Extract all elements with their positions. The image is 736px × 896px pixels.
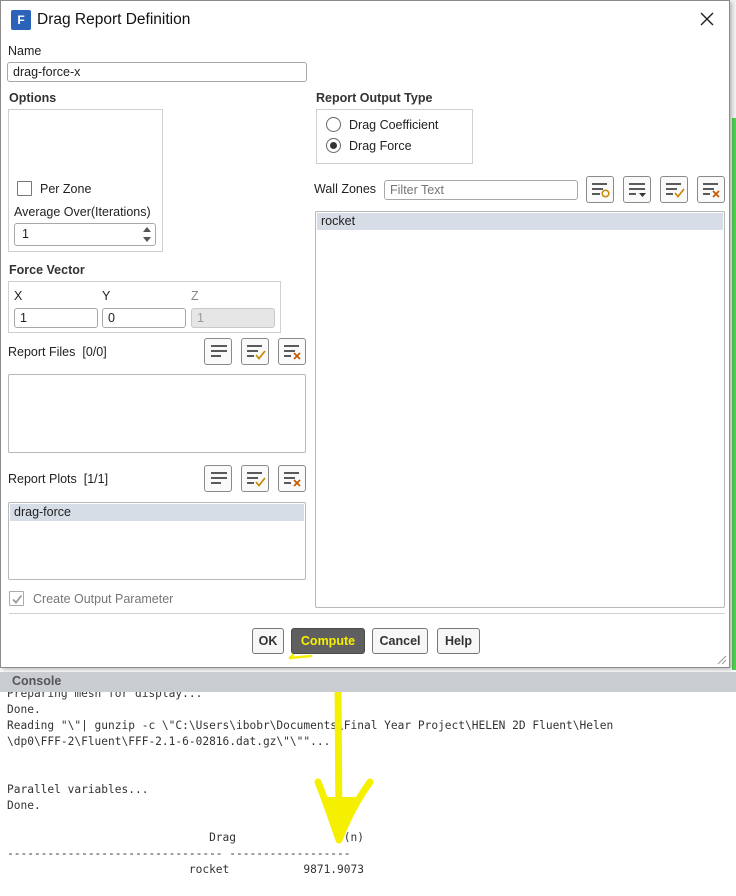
spin-up-icon[interactable] [142, 226, 152, 233]
average-over-spinner[interactable]: 1 [14, 223, 156, 246]
button-divider [9, 613, 725, 614]
select-all-icon [247, 345, 266, 360]
console-line: Done. [7, 703, 41, 716]
drag-force-radio[interactable] [326, 138, 341, 153]
console-title: Console [12, 674, 62, 688]
fluent-app-icon: F [11, 10, 31, 30]
average-over-label: Average Over(Iterations) [14, 205, 151, 219]
per-zone-label: Per Zone [40, 182, 92, 196]
spin-down-icon[interactable] [142, 236, 152, 243]
select-all-icon [666, 183, 685, 198]
background-green-strip [732, 118, 736, 670]
console-line: Reading "\"| gunzip -c \"C:\Users\ibobr\… [7, 719, 614, 732]
dialog-title: Drag Report Definition [37, 11, 191, 28]
title-bar[interactable]: F Drag Report Definition [1, 1, 729, 39]
report-output-type-group: Drag Coefficient Drag Force [316, 109, 473, 164]
deselect-all-button[interactable] [697, 176, 725, 203]
console-output[interactable]: Preparing mesh for display... Done. Read… [0, 692, 736, 896]
options-title: Options [9, 91, 57, 105]
select-by-type-button[interactable] [586, 176, 614, 203]
force-x-input[interactable] [14, 308, 98, 328]
create-output-parameter-checkbox [9, 591, 24, 606]
console-line: \dp0\FFF-2\Fluent\FFF-2.1-6-02816.dat.gz… [7, 735, 331, 748]
name-input[interactable] [7, 62, 307, 82]
drag-coefficient-radio[interactable] [326, 117, 341, 132]
close-icon [700, 12, 714, 26]
report-plots-label-text: Report Plots [8, 472, 77, 486]
console-line: Parallel variables... [7, 783, 149, 796]
select-all-button[interactable] [660, 176, 688, 203]
report-files-label-text: Report Files [8, 345, 76, 359]
cancel-button[interactable]: Cancel [372, 628, 428, 654]
report-files-label: Report Files [0/0] [8, 345, 107, 359]
checkmark-icon [12, 594, 23, 604]
console-header[interactable]: Console [0, 672, 736, 692]
wall-zones-filter-input[interactable] [384, 180, 578, 200]
options-group: Per Zone Average Over(Iterations) 1 [8, 109, 163, 252]
average-over-value: 1 [22, 227, 29, 241]
report-plots-list[interactable]: drag-force [8, 502, 306, 580]
list-item[interactable]: drag-force [10, 504, 304, 521]
list-options-button[interactable] [623, 176, 651, 203]
force-z-label: Z [191, 289, 199, 303]
report-plots-label: Report Plots [1/1] [8, 472, 108, 486]
drag-coefficient-label: Drag Coefficient [349, 118, 439, 132]
console-line: Drag (n) [7, 831, 364, 844]
close-button[interactable] [695, 7, 719, 31]
report-files-select-button[interactable] [241, 338, 269, 365]
force-x-label: X [14, 289, 23, 303]
resize-grip-icon[interactable] [715, 653, 727, 665]
select-all-icon [247, 472, 266, 487]
annotation-arrow-icon [314, 692, 374, 844]
force-z-input [191, 308, 275, 328]
drag-force-label: Drag Force [349, 139, 412, 153]
report-plots-count: [1/1] [83, 472, 109, 486]
create-output-parameter-label: Create Output Parameter [33, 592, 174, 606]
ok-button[interactable]: OK [252, 628, 284, 654]
list-icon [211, 472, 227, 484]
per-zone-checkbox[interactable] [17, 181, 32, 196]
wall-zones-label: Wall Zones [314, 182, 377, 196]
name-label: Name [8, 44, 42, 58]
console-line: rocket 9871.9073 [7, 863, 364, 876]
drag-report-dialog: F Drag Report Definition Name Options Pe… [0, 0, 730, 668]
report-files-deselect-button[interactable] [278, 338, 306, 365]
list-dropdown-icon [629, 183, 646, 197]
force-y-input[interactable] [102, 308, 186, 328]
list-item[interactable]: rocket [317, 213, 723, 230]
compute-button[interactable]: Compute [291, 628, 365, 654]
deselect-all-icon [284, 472, 301, 487]
deselect-all-icon [703, 183, 720, 198]
list-filter-icon [592, 183, 610, 198]
force-vector-title: Force Vector [9, 263, 85, 277]
console-line: -------------------------------- -------… [7, 847, 351, 860]
report-plots-new-button[interactable] [204, 465, 232, 492]
report-output-type-title: Report Output Type [316, 91, 433, 105]
report-files-new-button[interactable] [204, 338, 232, 365]
list-icon [211, 345, 227, 357]
console-line: Preparing mesh for display... [7, 692, 203, 700]
report-plots-select-button[interactable] [241, 465, 269, 492]
help-button[interactable]: Help [437, 628, 480, 654]
wall-zones-list[interactable]: rocket [315, 211, 725, 608]
report-plots-deselect-button[interactable] [278, 465, 306, 492]
force-y-label: Y [102, 289, 111, 303]
console-line: Done. [7, 799, 41, 812]
force-vector-group: X Y Z [8, 281, 281, 333]
report-files-list[interactable] [8, 374, 306, 453]
deselect-all-icon [284, 345, 301, 360]
report-files-count: [0/0] [82, 345, 107, 359]
